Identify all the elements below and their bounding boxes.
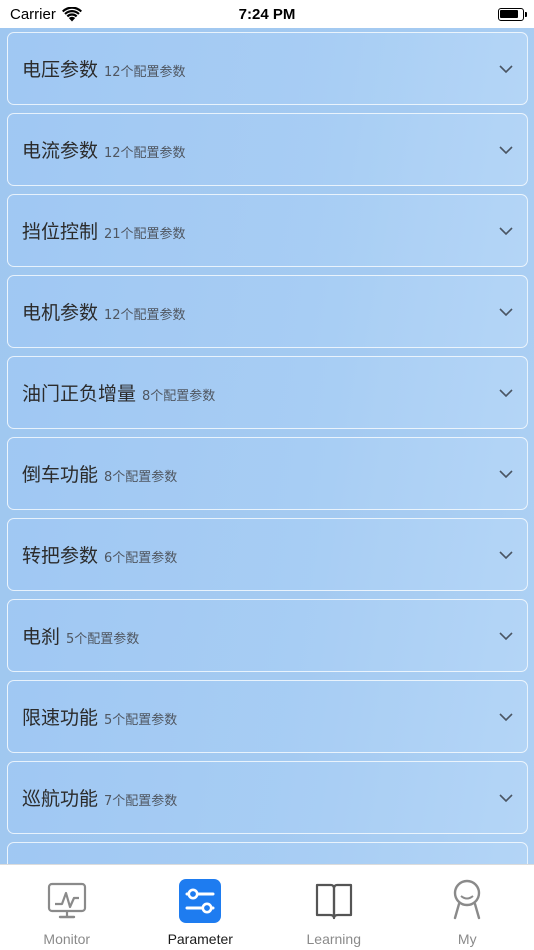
section-title: 倒车功能 <box>22 464 99 486</box>
section-count: 8个配置参数 <box>142 389 216 404</box>
chevron-down-icon <box>499 470 513 479</box>
chevron-down-icon <box>499 389 513 398</box>
chevron-down-icon <box>499 713 513 722</box>
section-count: 7个配置参数 <box>104 794 178 809</box>
section-title: 巡航功能 <box>22 788 99 810</box>
section-title: 电压参数 <box>22 59 99 81</box>
carrier-label: Carrier <box>10 5 56 23</box>
tab-monitor[interactable]: Monitor <box>0 865 134 950</box>
tab-label: Monitor <box>43 931 91 947</box>
parameter-list[interactable]: 电压参数 12个配置参数 电流参数 12个配置参数 挡位控制 21个配置参数 电… <box>0 28 534 864</box>
section-electric-brake[interactable]: 电刹 5个配置参数 <box>7 599 528 672</box>
tab-label: Parameter <box>167 931 233 947</box>
chevron-down-icon <box>499 632 513 641</box>
section-count: 12个配置参数 <box>104 308 186 323</box>
wifi-icon <box>61 6 82 21</box>
sliders-icon <box>178 877 222 925</box>
section-title: 电流参数 <box>22 140 99 162</box>
section-title: 挡位控制 <box>22 221 99 243</box>
tab-label: Learning <box>306 931 362 947</box>
section-count: 12个配置参数 <box>104 65 186 80</box>
section-count: 5个配置参数 <box>66 632 140 647</box>
section-gear-control[interactable]: 挡位控制 21个配置参数 <box>7 194 528 267</box>
section-count: 12个配置参数 <box>104 146 186 161</box>
tab-bar: Monitor Parameter Learning My <box>0 864 534 950</box>
section-title: 转把参数 <box>22 545 99 567</box>
status-left: Carrier <box>10 6 130 23</box>
section-title: 电机参数 <box>22 302 99 324</box>
section-count: 6个配置参数 <box>104 551 178 566</box>
tab-parameter[interactable]: Parameter <box>134 865 268 950</box>
monitor-icon <box>45 877 89 925</box>
battery-fill <box>500 10 519 18</box>
chevron-down-icon <box>499 65 513 74</box>
chevron-down-icon <box>499 551 513 560</box>
battery-icon <box>497 7 527 21</box>
section-partial[interactable] <box>7 842 528 864</box>
tab-my[interactable]: My <box>401 865 534 950</box>
section-speed-limit[interactable]: 限速功能 5个配置参数 <box>7 680 528 753</box>
status-right <box>404 7 527 21</box>
person-icon <box>445 877 489 925</box>
chevron-down-icon <box>499 794 513 803</box>
status-time: 7:24 PM <box>238 5 296 23</box>
section-throttle-increment[interactable]: 油门正负增量 8个配置参数 <box>7 356 528 429</box>
chevron-down-icon <box>499 308 513 317</box>
section-title: 限速功能 <box>22 707 99 729</box>
section-cruise[interactable]: 巡航功能 7个配置参数 <box>7 761 528 834</box>
status-bar: Carrier 7:24 PM <box>0 0 534 28</box>
book-icon <box>312 877 356 925</box>
section-title: 电刹 <box>22 626 61 648</box>
section-count: 8个配置参数 <box>104 470 178 485</box>
section-reverse[interactable]: 倒车功能 8个配置参数 <box>7 437 528 510</box>
section-current[interactable]: 电流参数 12个配置参数 <box>7 113 528 186</box>
section-title: 油门正负增量 <box>22 383 137 405</box>
section-count: 5个配置参数 <box>104 713 178 728</box>
tab-label: My <box>457 931 477 947</box>
section-voltage[interactable]: 电压参数 12个配置参数 <box>7 32 528 105</box>
chevron-down-icon <box>499 227 513 236</box>
chevron-down-icon <box>499 146 513 155</box>
tab-learning[interactable]: Learning <box>267 865 401 950</box>
section-handlebar[interactable]: 转把参数 6个配置参数 <box>7 518 528 591</box>
section-count: 21个配置参数 <box>104 227 186 242</box>
section-motor[interactable]: 电机参数 12个配置参数 <box>7 275 528 348</box>
